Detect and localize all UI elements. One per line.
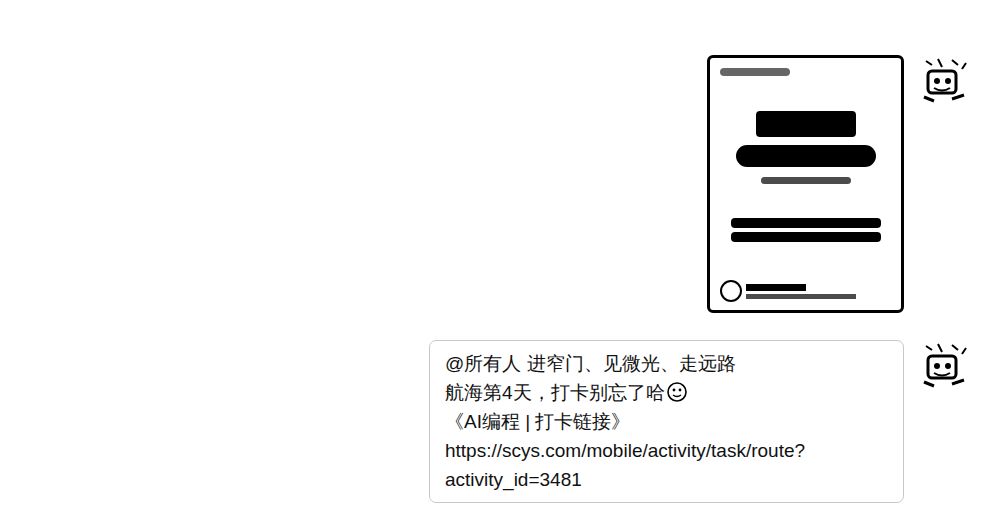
message-row: @所有人 进窄门、见微光、走远路航海第4天，打卡别忘了哈《AI编程 | 打卡链接…: [0, 340, 968, 503]
text-bubble[interactable]: @所有人 进窄门、见微光、走远路航海第4天，打卡别忘了哈《AI编程 | 打卡链接…: [429, 340, 904, 503]
avatar-icon[interactable]: [918, 340, 968, 390]
smile-emoji-icon: [665, 382, 688, 403]
message-line: 航海第4天，打卡别忘了哈: [445, 378, 891, 407]
avatar-icon[interactable]: [918, 55, 968, 105]
message-line: activity_id=3481: [445, 465, 891, 494]
message-line: 《AI编程 | 打卡链接》: [445, 407, 891, 436]
chat-list: @所有人 进窄门、见微光、走远路航海第4天，打卡别忘了哈《AI编程 | 打卡链接…: [0, 0, 999, 503]
message-line: @所有人 进窄门、见微光、走远路: [445, 349, 891, 378]
checkin-image[interactable]: [707, 55, 904, 313]
message-line: https://scys.com/mobile/activity/task/ro…: [445, 436, 891, 465]
message-row: [0, 55, 968, 313]
